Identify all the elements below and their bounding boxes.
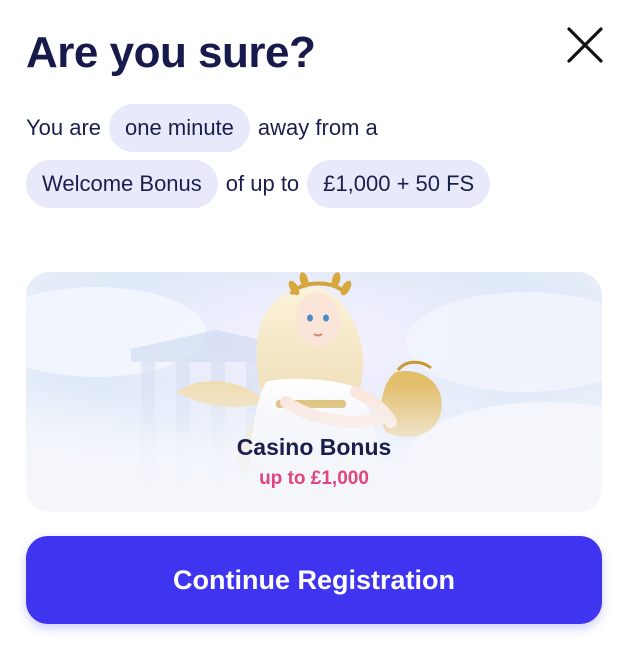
message-line-2: Welcome Bonus of up to £1,000 + 50 FS — [26, 160, 491, 208]
amount-chip: £1,000 + 50 FS — [307, 160, 491, 208]
card-title: Casino Bonus — [236, 434, 392, 460]
message-text: of up to — [225, 171, 300, 196]
close-icon — [567, 27, 603, 63]
message-text: away from a — [257, 115, 378, 140]
bonus-chip: Welcome Bonus — [26, 160, 218, 208]
confirm-exit-modal: Are you sure? You are one minute away fr… — [0, 0, 626, 650]
casino-bonus-card: Casino Bonus up to £1,000 — [26, 272, 602, 512]
close-button[interactable] — [562, 22, 608, 68]
continue-registration-button[interactable]: Continue Registration — [26, 536, 602, 624]
card-subtitle: up to £1,000 — [259, 468, 369, 489]
message-line-1: You are one minute away from a — [26, 104, 378, 152]
modal-title: Are you sure? — [26, 28, 316, 77]
time-chip: one minute — [109, 104, 250, 152]
message-text: You are — [26, 115, 102, 140]
